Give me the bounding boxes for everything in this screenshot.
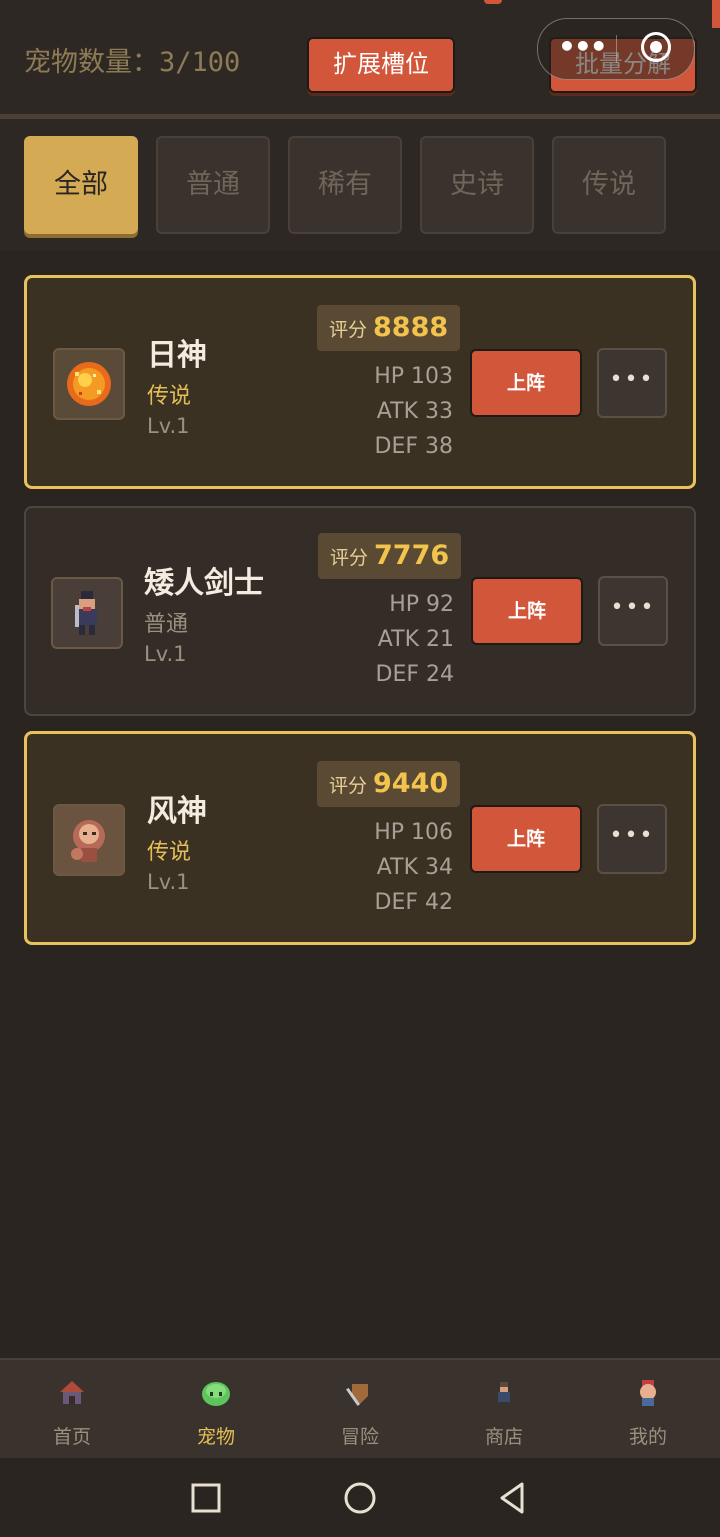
pet-name: 矮人剑士 — [144, 566, 264, 601]
capsule-divider — [616, 35, 617, 63]
profile-icon — [640, 1380, 656, 1406]
nav-profile[interactable]: 我的 — [576, 1360, 720, 1460]
tab-common[interactable]: 普通 — [156, 136, 270, 234]
stat-hp: HP 103 — [374, 364, 453, 389]
more-button[interactable]: ••• — [597, 804, 667, 874]
bottom-nav: 首页 宠物 冒险 商店 我的 — [0, 1358, 720, 1460]
stat-def: DEF 24 — [375, 662, 454, 687]
miniprogram-capsule: ••• — [537, 18, 695, 80]
score-badge: 评分 7776 — [318, 533, 462, 579]
more-button[interactable]: ••• — [597, 348, 667, 418]
pet-name: 日神 — [147, 338, 207, 373]
stat-hp: HP 92 — [389, 592, 454, 617]
deploy-button[interactable]: 上阵 — [471, 577, 583, 645]
more-options-icon[interactable]: ••• — [558, 33, 608, 61]
sword-shield-icon — [346, 1384, 368, 1406]
deploy-button[interactable]: 上阵 — [470, 349, 582, 417]
score-label: 评分 — [330, 547, 369, 569]
merchant-icon — [498, 1382, 510, 1402]
rarity-filter-tabs: 全部 普通 稀有 史诗 传说 — [0, 119, 720, 251]
score-value: 9440 — [373, 768, 449, 799]
pet-count-label: 宠物数量：3/100 — [24, 47, 241, 78]
pet-level: Lv.1 — [147, 870, 190, 894]
slime-icon — [202, 1382, 230, 1406]
stat-def: DEF 42 — [374, 890, 453, 915]
close-miniprogram-icon[interactable] — [641, 32, 671, 62]
pet-level: Lv.1 — [147, 414, 190, 438]
recent-apps-icon[interactable] — [186, 1478, 226, 1518]
expand-slots-button[interactable]: 扩展槽位 — [307, 37, 455, 93]
top-bar: 宠物数量：3/100 扩展槽位 批量分解 ••• — [0, 0, 720, 116]
decor-accent-right — [712, 0, 720, 28]
tab-epic[interactable]: 史诗 — [420, 136, 534, 234]
stat-def: DEF 38 — [374, 434, 453, 459]
nav-label: 我的 — [628, 1426, 667, 1448]
pet-rarity: 传说 — [147, 384, 192, 409]
decor-accent — [484, 0, 502, 4]
more-button[interactable]: ••• — [598, 576, 668, 646]
nav-home[interactable]: 首页 — [0, 1360, 144, 1460]
stat-hp: HP 106 — [374, 820, 453, 845]
tab-rare[interactable]: 稀有 — [288, 136, 402, 234]
score-label: 评分 — [329, 319, 368, 341]
nav-label: 冒险 — [340, 1426, 379, 1448]
pet-card: 矮人剑士 普通 Lv.1 评分 7776 HP 92 ATK 21 DEF 24 … — [24, 506, 696, 716]
pet-card: 日神 传说 Lv.1 评分 8888 HP 103 ATK 33 DEF 38 上… — [24, 275, 696, 489]
sun-orb-icon — [53, 348, 125, 420]
pet-name: 风神 — [147, 794, 207, 829]
pet-rarity: 普通 — [144, 612, 189, 637]
tab-legendary[interactable]: 传说 — [552, 136, 666, 234]
wind-god-icon — [53, 804, 125, 876]
score-value: 7776 — [374, 540, 450, 571]
back-icon[interactable] — [494, 1478, 534, 1518]
score-badge: 评分 8888 — [317, 305, 461, 351]
score-value: 8888 — [373, 312, 449, 343]
stat-atk: ATK 33 — [376, 399, 453, 424]
system-nav-bar — [0, 1458, 720, 1537]
nav-adventure[interactable]: 冒险 — [288, 1360, 432, 1460]
pet-card: 风神 传说 Lv.1 评分 9440 HP 106 ATK 34 DEF 42 上… — [24, 731, 696, 945]
nav-label: 宠物 — [196, 1426, 235, 1448]
score-label: 评分 — [329, 775, 368, 797]
nav-label: 商店 — [484, 1426, 523, 1448]
nav-label: 首页 — [52, 1426, 91, 1448]
pet-rarity: 传说 — [147, 840, 192, 865]
dwarf-swordsman-icon — [51, 577, 123, 649]
house-icon — [60, 1381, 84, 1404]
nav-shop[interactable]: 商店 — [432, 1360, 576, 1460]
stat-atk: ATK 21 — [377, 627, 454, 652]
score-badge: 评分 9440 — [317, 761, 461, 807]
pet-level: Lv.1 — [144, 642, 187, 666]
nav-pets[interactable]: 宠物 — [144, 1360, 288, 1460]
tab-all[interactable]: 全部 — [24, 136, 138, 234]
stat-atk: ATK 34 — [376, 855, 453, 880]
home-icon[interactable] — [340, 1478, 380, 1518]
deploy-button[interactable]: 上阵 — [470, 805, 582, 873]
